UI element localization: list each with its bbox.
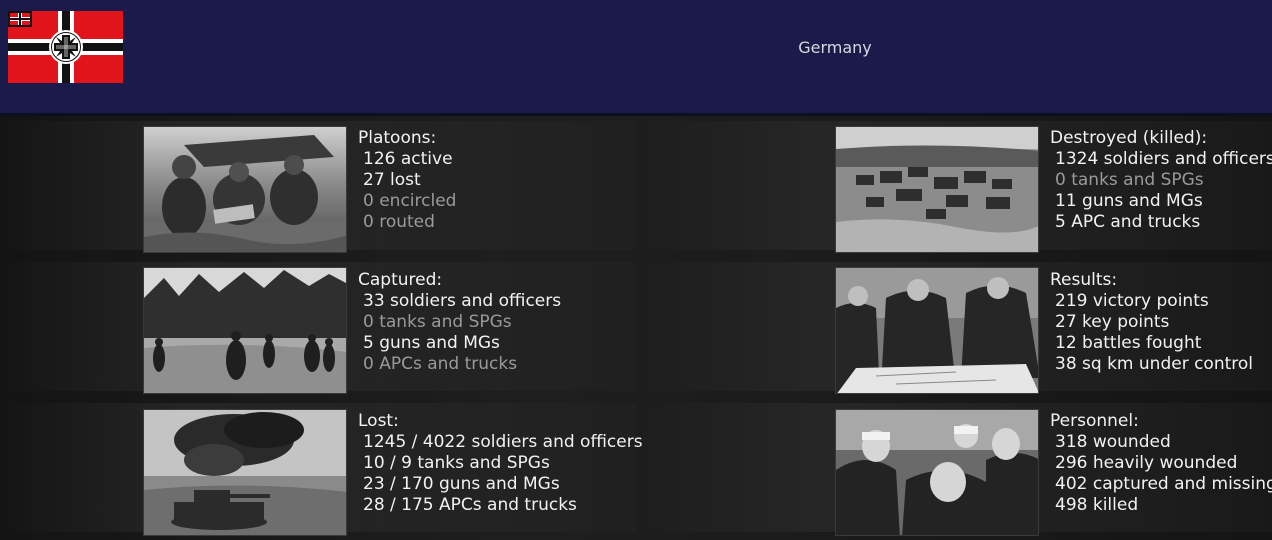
soldiers-advancing-field-photo bbox=[143, 267, 347, 394]
results-victory-points: 219 victory points bbox=[1055, 291, 1209, 311]
destroyed-guns: 11 guns and MGs bbox=[1055, 191, 1203, 211]
platoons-encircled: 0 encircled bbox=[363, 191, 457, 211]
platoons-stats: Platoons: 126 active 27 lost 0 encircled… bbox=[358, 128, 456, 233]
captured-title: Captured: bbox=[358, 270, 443, 290]
personnel-killed: 498 killed bbox=[1055, 495, 1139, 515]
platoons-title: Platoons: bbox=[358, 128, 437, 148]
lost-soldiers: 1245 / 4022 soldiers and officers bbox=[363, 432, 643, 452]
personnel-title: Personnel: bbox=[1050, 411, 1139, 431]
results-stats: Results: 219 victory points 27 key point… bbox=[1050, 270, 1253, 375]
lost-stats: Lost: 1245 / 4022 soldiers and officers … bbox=[358, 411, 643, 516]
wounded-soldiers-photo bbox=[835, 409, 1039, 536]
personnel-wounded: 318 wounded bbox=[1055, 432, 1171, 452]
captured-tanks: 0 tanks and SPGs bbox=[363, 312, 512, 332]
header-bar: Germany bbox=[0, 0, 1272, 116]
results-title: Results: bbox=[1050, 270, 1118, 290]
officers-at-map-table-photo bbox=[835, 267, 1039, 394]
results-key-points: 27 key points bbox=[1055, 312, 1170, 332]
lost-apc: 28 / 175 APCs and trucks bbox=[363, 495, 577, 515]
platoons-active: 126 active bbox=[363, 149, 453, 169]
personnel-heavily-wounded: 296 heavily wounded bbox=[1055, 453, 1238, 473]
destroyed-apc: 5 APC and trucks bbox=[1055, 212, 1201, 232]
results-territory: 38 sq km under control bbox=[1055, 354, 1254, 374]
destroyed-title: Destroyed (killed): bbox=[1050, 128, 1208, 148]
captured-apc: 0 APCs and trucks bbox=[363, 354, 518, 374]
captured-guns: 5 guns and MGs bbox=[363, 333, 500, 353]
soldiers-reading-map-photo bbox=[143, 126, 347, 253]
destroyed-tanks: 0 tanks and SPGs bbox=[1055, 170, 1204, 190]
personnel-captured-missing: 402 captured and missing bbox=[1055, 474, 1272, 494]
captured-stats: Captured: 33 soldiers and officers 0 tan… bbox=[358, 270, 561, 375]
destroyed-stats: Destroyed (killed): 1324 soldiers and of… bbox=[1050, 128, 1272, 233]
platoons-lost: 27 lost bbox=[363, 170, 421, 190]
lost-tanks: 10 / 9 tanks and SPGs bbox=[363, 453, 550, 473]
destroyed-vehicle-column-photo bbox=[835, 126, 1039, 253]
lost-guns: 23 / 170 guns and MGs bbox=[363, 474, 560, 494]
lost-title: Lost: bbox=[358, 411, 399, 431]
results-battles: 12 battles fought bbox=[1055, 333, 1202, 353]
german-flag-icon bbox=[8, 11, 123, 83]
results-screen: Germany Platoons: 126 active 27 lost 0 e… bbox=[0, 0, 1272, 540]
captured-soldiers: 33 soldiers and officers bbox=[363, 291, 562, 311]
burning-tank-photo bbox=[143, 409, 347, 536]
platoons-routed: 0 routed bbox=[363, 212, 435, 232]
destroyed-soldiers: 1324 soldiers and officers bbox=[1055, 149, 1272, 169]
personnel-stats: Personnel: 318 wounded 296 heavily wound… bbox=[1050, 411, 1272, 516]
country-name: Germany bbox=[798, 38, 872, 57]
